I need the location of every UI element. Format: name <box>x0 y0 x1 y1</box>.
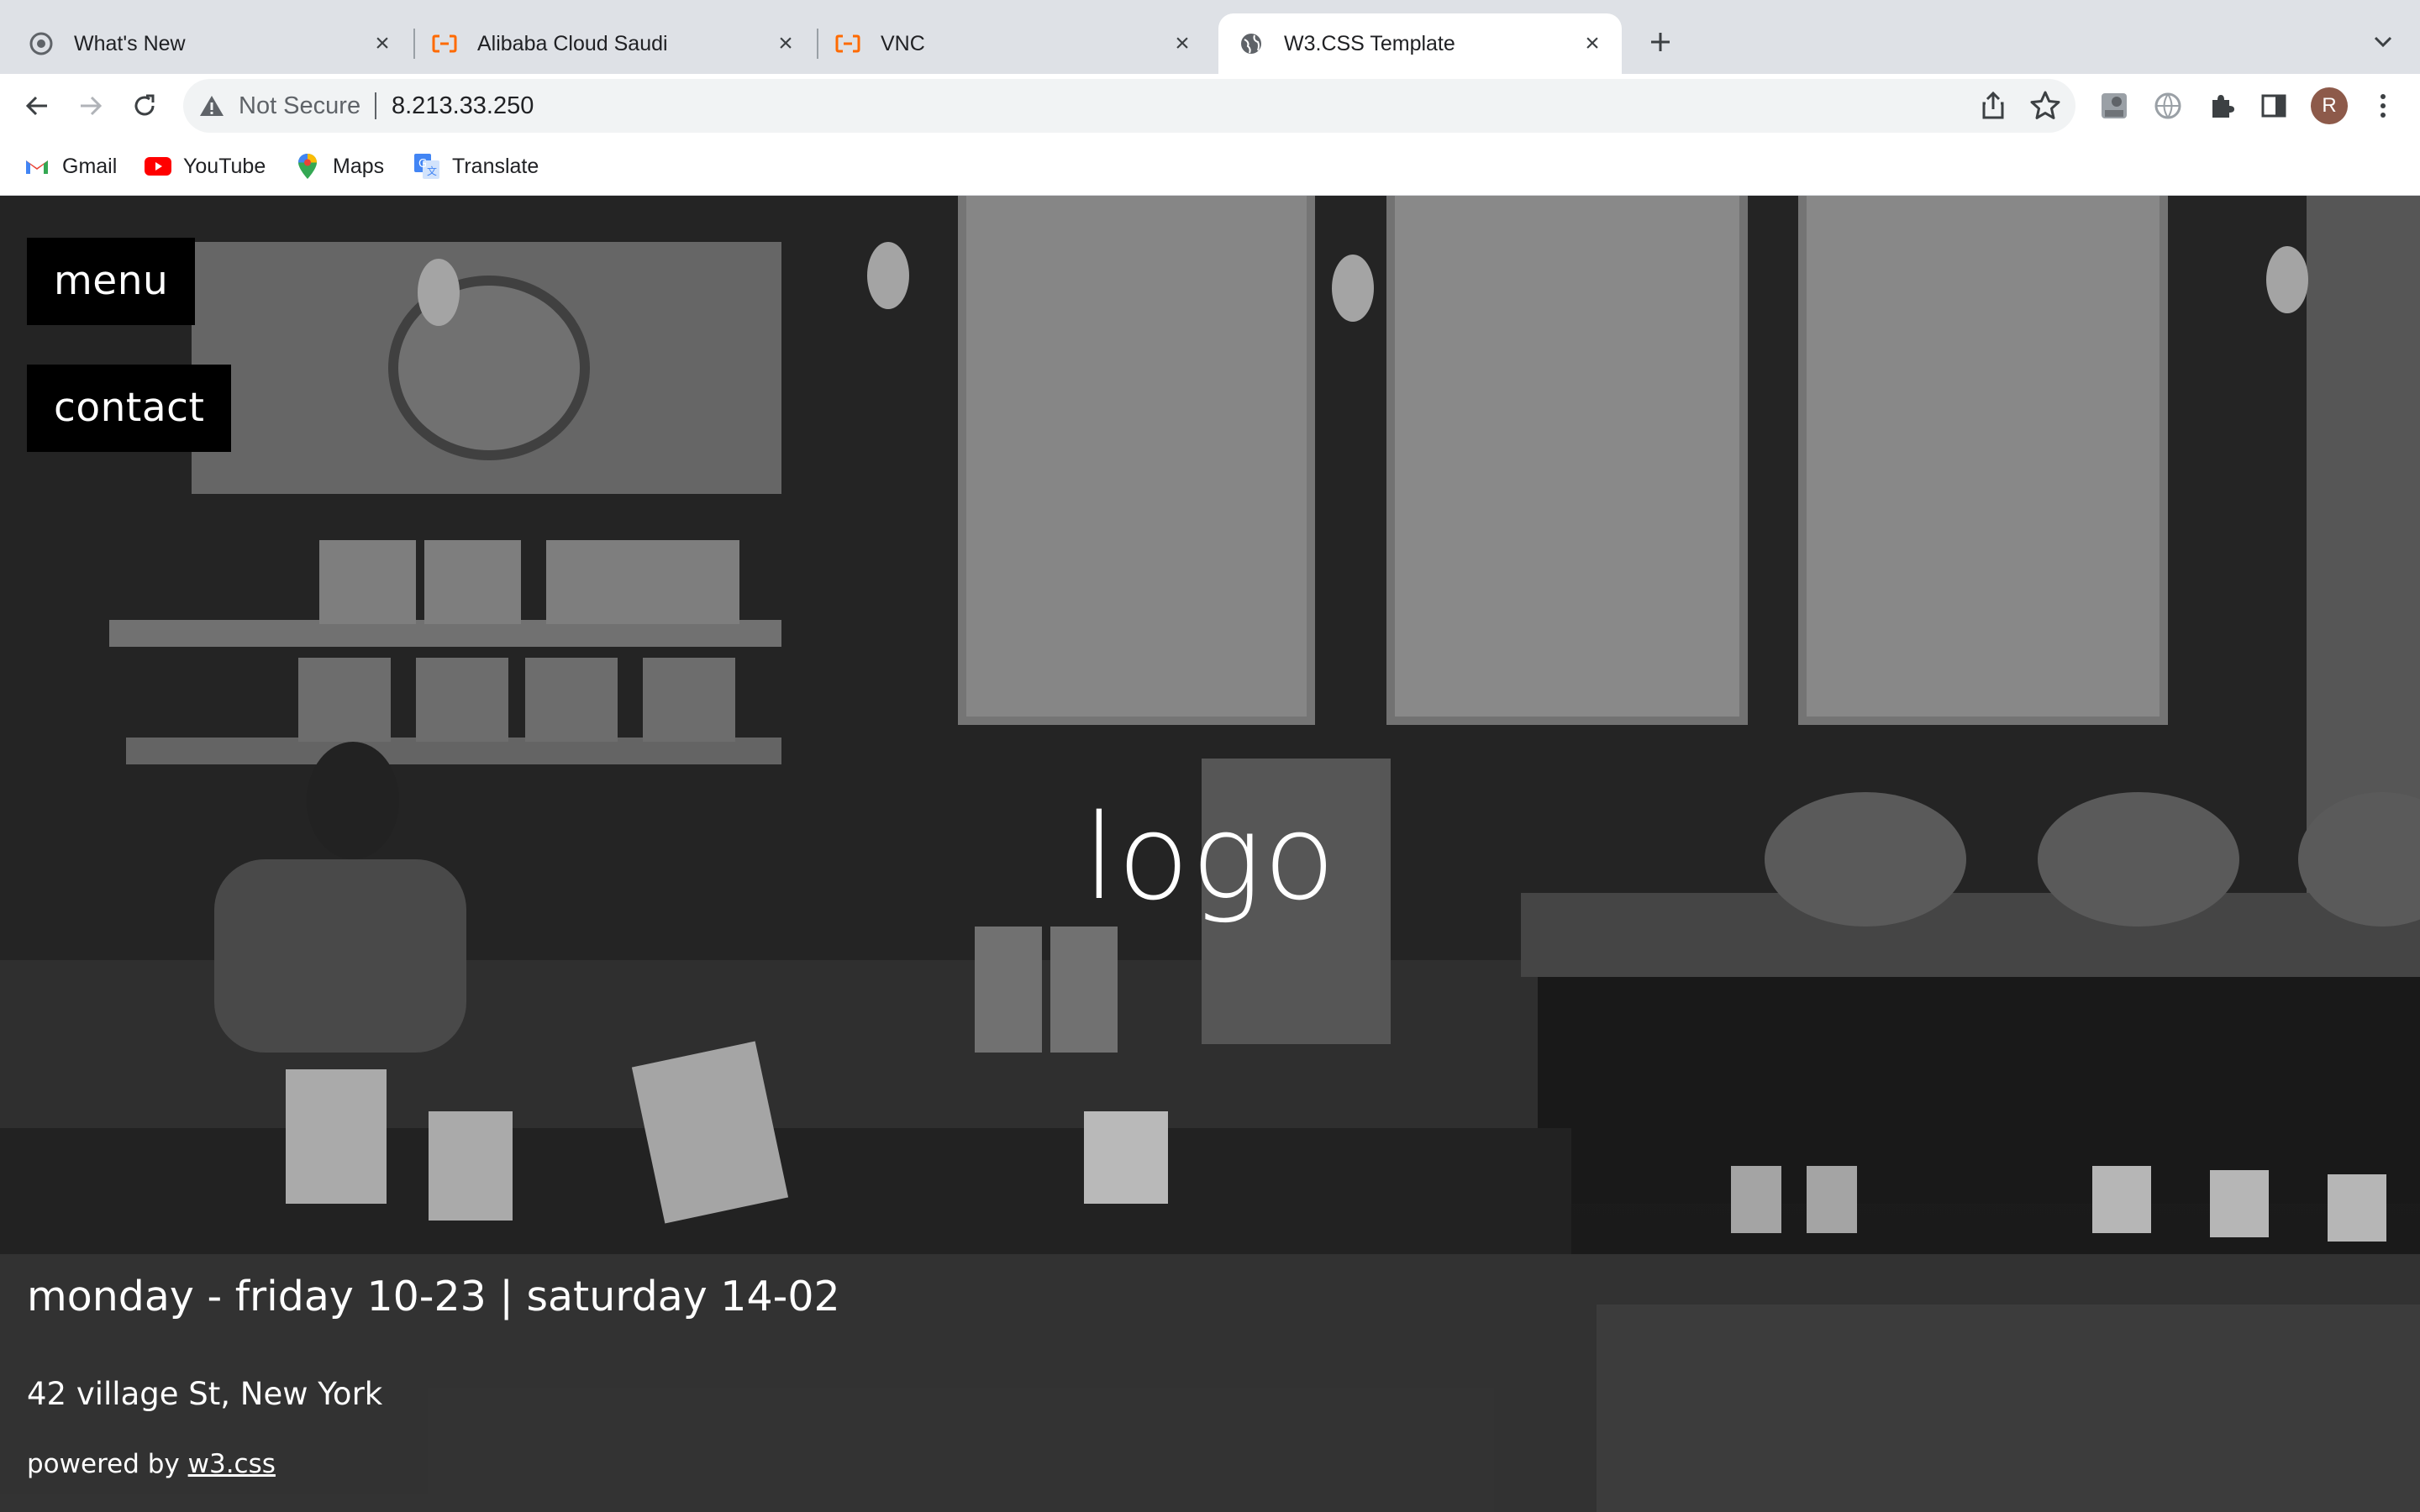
gmail-icon <box>24 153 50 180</box>
url-text[interactable]: 8.213.33.250 <box>392 79 534 133</box>
close-icon[interactable]: × <box>1170 29 1195 57</box>
omnibox-divider <box>375 92 376 119</box>
youtube-icon <box>145 153 171 180</box>
menu-button[interactable]: menu <box>27 238 196 325</box>
back-button[interactable] <box>17 86 57 126</box>
opening-hours: monday - friday 10-23 | saturday 14-02 <box>27 1273 840 1320</box>
tab-title: What's New <box>74 31 186 55</box>
tab-w3css-template[interactable]: W3.CSS Template × <box>1218 13 1622 74</box>
alibaba-cloud-icon <box>432 31 457 56</box>
extensions-puzzle-icon[interactable] <box>2202 86 2242 126</box>
tab-title: Alibaba Cloud Saudi <box>477 31 668 55</box>
new-tab-button[interactable] <box>1640 22 1681 62</box>
tab-whats-new[interactable]: What's New × <box>0 13 412 74</box>
side-panel-icon[interactable] <box>2254 86 2294 126</box>
close-icon[interactable]: × <box>1580 29 1605 57</box>
tab-title: W3.CSS Template <box>1284 31 1455 55</box>
address-bar[interactable]: Not Secure 8.213.33.250 <box>183 79 2075 133</box>
extension-photo-icon[interactable] <box>2094 86 2134 126</box>
tab-alibaba-cloud-saudi[interactable]: Alibaba Cloud Saudi × <box>415 13 815 74</box>
security-status[interactable]: Not Secure <box>239 79 360 133</box>
browser-toolbar: Not Secure 8.213.33.250 <box>0 74 2420 138</box>
tab-strip: What's New × Alibaba Cloud Saudi × VNC × <box>0 0 2420 74</box>
reload-button[interactable] <box>124 86 165 126</box>
w3css-link[interactable]: w3.css <box>188 1449 276 1479</box>
bookmark-label: Maps <box>333 154 385 178</box>
maps-icon <box>294 153 321 180</box>
powered-by-footer: powered by w3.css <box>27 1449 276 1479</box>
warning-icon[interactable] <box>198 92 225 119</box>
tab-vnc[interactable]: VNC × <box>818 13 1212 74</box>
kebab-menu-icon <box>2381 94 2386 118</box>
address-text: 42 village St, New York <box>27 1376 383 1412</box>
page-content: menu contact logo monday - friday 10-23 … <box>0 196 2420 1512</box>
forward-arrow-icon <box>81 96 103 116</box>
translate-icon: G文 <box>413 153 440 180</box>
svg-text:G: G <box>418 158 427 171</box>
powered-by-prefix: powered by <box>27 1449 188 1479</box>
forward-button[interactable] <box>71 86 111 126</box>
tab-title: VNC <box>881 31 925 55</box>
bookmark-gmail[interactable]: Gmail <box>24 148 117 185</box>
profile-avatar[interactable]: R <box>2311 87 2348 124</box>
svg-text:文: 文 <box>427 165 437 177</box>
bookmark-label: Translate <box>452 154 539 178</box>
globe-icon <box>1239 31 1264 56</box>
share-icon[interactable] <box>1978 91 2008 121</box>
close-icon[interactable]: × <box>773 29 798 57</box>
contact-button[interactable]: contact <box>27 365 232 452</box>
plus-icon <box>1651 33 1670 51</box>
bookmark-label: YouTube <box>183 154 266 178</box>
browser-menu-button[interactable] <box>2363 86 2403 126</box>
browser-chrome: What's New × Alibaba Cloud Saudi × VNC × <box>0 0 2420 196</box>
logo-text: logo <box>1082 790 1338 927</box>
alibaba-cloud-icon <box>835 31 860 56</box>
bookmark-maps[interactable]: Maps <box>294 148 384 185</box>
chrome-icon <box>29 31 54 56</box>
bookmarks-bar: Gmail YouTube Maps G文 Translate <box>0 138 2420 196</box>
extension-globe-icon[interactable] <box>2148 86 2188 126</box>
bookmark-star-icon[interactable] <box>2028 89 2062 123</box>
bookmark-label: Gmail <box>62 154 118 178</box>
bookmark-translate[interactable]: G文 Translate <box>413 148 539 185</box>
tab-search-button[interactable] <box>2363 22 2403 62</box>
bookmark-youtube[interactable]: YouTube <box>145 148 266 185</box>
reload-icon <box>134 94 155 116</box>
back-arrow-icon <box>25 96 47 116</box>
chevron-down-icon <box>2374 36 2392 48</box>
close-icon[interactable]: × <box>370 29 395 57</box>
